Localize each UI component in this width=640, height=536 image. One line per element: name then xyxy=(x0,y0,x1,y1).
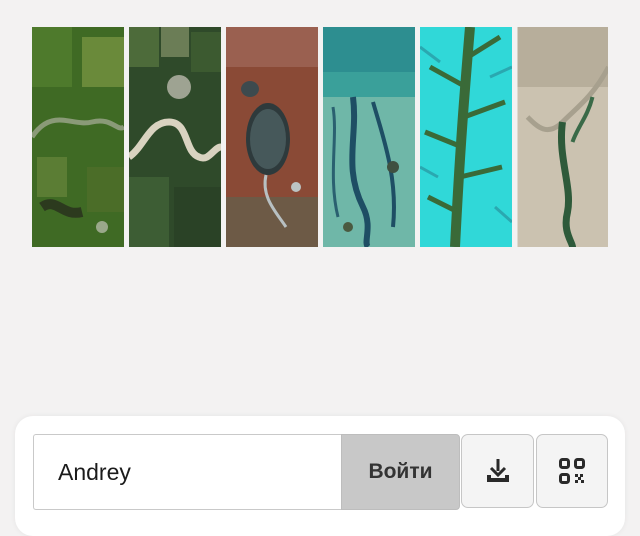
login-button[interactable]: Войти xyxy=(341,434,460,510)
satellite-cyan-dendritic-image xyxy=(420,27,512,247)
satellite-river-farmland-image xyxy=(32,27,124,247)
download-button[interactable] xyxy=(461,434,534,508)
name-input[interactable] xyxy=(33,434,341,510)
gallery-tile-2[interactable] xyxy=(129,27,221,247)
download-icon xyxy=(486,459,509,482)
gallery-tile-4[interactable] xyxy=(323,27,415,247)
satellite-delta-turquoise-image xyxy=(323,27,415,247)
satellite-river-meander-image xyxy=(129,27,221,247)
satellite-desert-river-image xyxy=(517,27,608,247)
gallery-tile-1[interactable] xyxy=(32,27,124,247)
satellite-lake-red-terrain-image xyxy=(226,27,318,247)
gallery-tile-3[interactable] xyxy=(226,27,318,247)
gallery-tile-6[interactable] xyxy=(517,27,608,247)
satellite-image-gallery xyxy=(32,27,608,247)
qr-code-icon xyxy=(559,458,585,484)
qr-code-button[interactable] xyxy=(536,434,608,508)
gallery-tile-5[interactable] xyxy=(420,27,512,247)
